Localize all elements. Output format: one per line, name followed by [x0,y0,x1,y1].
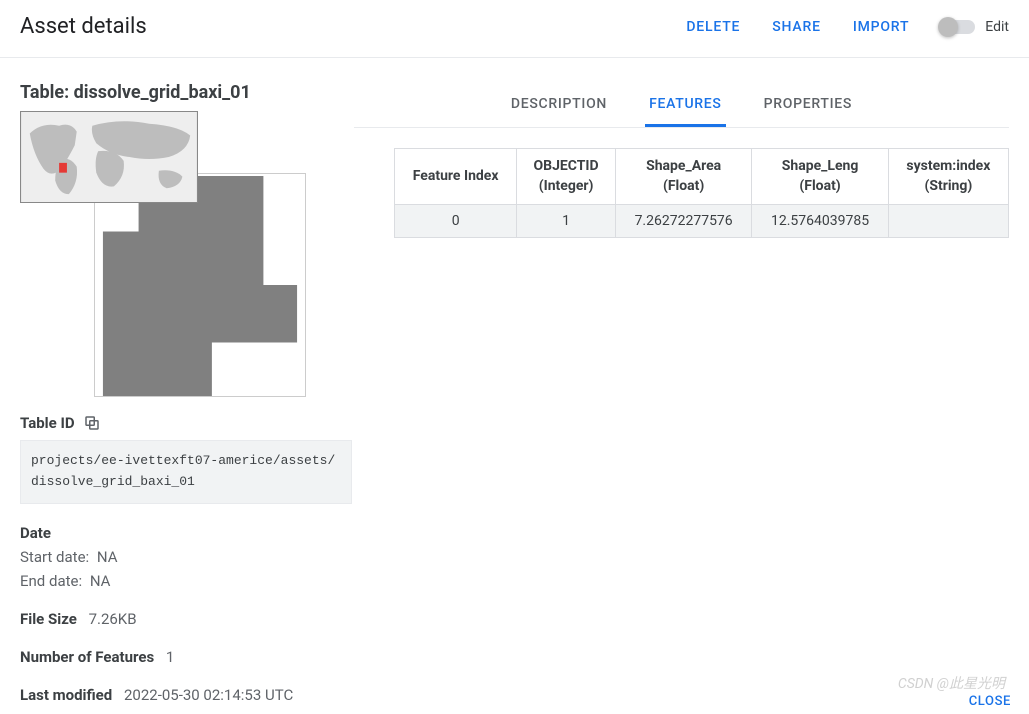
tab-features[interactable]: FEATURES [645,82,726,127]
end-date-value: NA [90,572,111,590]
file-size-value: 7.26KB [89,610,137,628]
left-panel: Table: dissolve_grid_baxi_01 [20,82,368,704]
num-features-label: Number of Features [20,648,154,666]
start-date-row: Start date: NA [20,548,368,566]
start-date-value: NA [97,548,118,566]
body: Table: dissolve_grid_baxi_01 [0,58,1029,714]
tab-properties[interactable]: PROPERTIES [760,82,856,127]
col-shape-leng: Shape_Leng (Float) [752,149,888,205]
close-button[interactable]: CLOSE [969,694,1011,709]
date-label: Date [20,524,368,542]
num-features-row: Number of Features 1 [20,648,368,666]
import-button[interactable]: IMPORT [853,19,909,35]
table-id-section: Table ID projects/ee-ivettexft07-americe… [20,413,368,504]
header-actions: DELETE SHARE IMPORT Edit [686,19,1009,35]
share-button[interactable]: SHARE [772,19,821,35]
edit-toggle-label: Edit [985,19,1009,35]
page-title: Asset details [20,14,147,39]
file-size-label: File Size [20,610,77,628]
features-table: Feature Index OBJECTID (Integer) Shape_A… [394,148,1009,238]
header: Asset details DELETE SHARE IMPORT Edit [0,0,1029,58]
end-date-row: End date: NA [20,572,368,590]
start-date-label: Start date: [20,548,89,566]
table-id-value[interactable]: projects/ee-ivettexft07-americe/assets/d… [20,440,352,504]
table-header-row: Feature Index OBJECTID (Integer) Shape_A… [395,149,1009,205]
table-id-label: Table ID [20,414,101,432]
cell-objectid: 1 [517,205,616,238]
cell-idx: 0 [395,205,517,238]
col-shape-area: Shape_Area (Float) [615,149,751,205]
table-title: Table: dissolve_grid_baxi_01 [20,82,368,103]
cell-shape-leng: 12.5764039785 [752,205,888,238]
cell-sysindex [888,205,1008,238]
edit-toggle-wrap: Edit [941,19,1009,35]
tab-description[interactable]: DESCRIPTION [507,82,611,127]
delete-button[interactable]: DELETE [686,19,740,35]
end-date-label: End date: [20,572,82,590]
cell-shape-area: 7.26272277576 [615,205,751,238]
world-map-thumbnail [20,111,198,203]
last-modified-label: Last modified [20,686,112,704]
num-features-value: 1 [166,648,174,666]
map-preview [20,111,352,397]
last-modified-value: 2022-05-30 02:14:53 UTC [124,686,293,704]
last-modified-row: Last modified 2022-05-30 02:14:53 UTC [20,686,368,704]
col-feature-index: Feature Index [395,149,517,205]
right-panel: DESCRIPTION FEATURES PROPERTIES Feature … [368,82,1009,704]
col-system-index: system:index (String) [888,149,1008,205]
copy-icon[interactable] [83,414,101,432]
col-objectid: OBJECTID (Integer) [517,149,616,205]
footer: CLOSE [969,690,1011,709]
tabs: DESCRIPTION FEATURES PROPERTIES [354,82,1009,128]
feature-shape-thumbnail [94,173,306,397]
edit-toggle[interactable] [941,20,975,34]
table-row[interactable]: 0 1 7.26272277576 12.5764039785 [395,205,1009,238]
file-size-row: File Size 7.26KB [20,610,368,628]
date-section: Date Start date: NA End date: NA [20,524,368,590]
